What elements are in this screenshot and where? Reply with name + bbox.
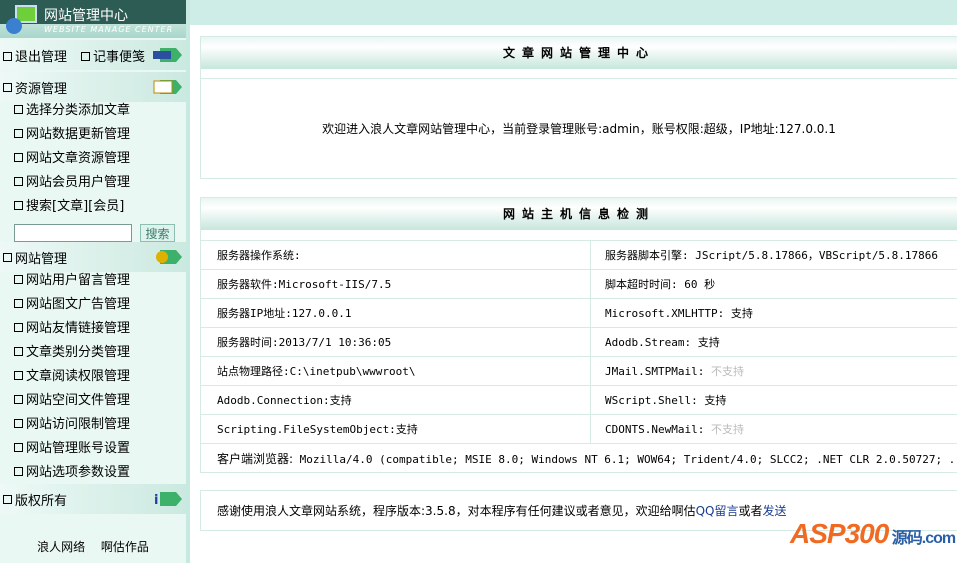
- footer-mid: 或者: [738, 504, 763, 518]
- menu-item-search[interactable]: 搜索[文章][会员]: [14, 197, 124, 217]
- info-row: Adodb.Connection: 支持 WScript.Shell: 支持: [201, 385, 957, 414]
- info-value: 不支持: [710, 365, 744, 378]
- svg-text:i: i: [154, 493, 158, 508]
- info-row: Scripting.FileSystemObject: 支持 CDONTS.New…: [201, 414, 957, 443]
- menu-item-access[interactable]: 网站访问限制管理: [14, 415, 130, 435]
- info-label: WScript.Shell:: [605, 394, 698, 407]
- server-info-title: 网站主机信息检测: [201, 198, 957, 230]
- menu-item-categories[interactable]: 文章类别分类管理: [14, 343, 130, 363]
- menu-item-ads[interactable]: 网站图文广告管理: [14, 295, 130, 315]
- info-cell: WScript.Shell: 支持: [591, 392, 957, 408]
- notes-link[interactable]: 记事便笺: [81, 46, 145, 65]
- info-value: 127.0.0.1: [291, 306, 352, 320]
- top-bar: [190, 0, 957, 25]
- menu-item-members[interactable]: 网站会员用户管理: [14, 173, 130, 193]
- info-cell: 服务器IP地址: 127.0.0.1: [201, 299, 591, 327]
- search-input[interactable]: [14, 224, 132, 242]
- info-value: JScript/5.8.17866，VBScript/5.8.17866: [695, 249, 939, 262]
- info-row: 服务器软件: Microsoft-IIS/7.5 脚本超时时间: 60 秒: [201, 269, 957, 298]
- info-row: 站点物理路径: C:\inetpub\wwwroot\ JMail.SMTPMai…: [201, 356, 957, 385]
- info-label: 服务器软件:: [217, 278, 279, 291]
- info-label: Adodb.Stream:: [605, 336, 692, 349]
- info-value: 60 秒: [684, 278, 716, 291]
- watermark-logo: ASP300 源码.com: [790, 518, 956, 549]
- info-label: 站点物理路径:: [217, 365, 290, 378]
- info-label: CDONTS.NewMail:: [605, 423, 705, 436]
- app-title: 网站管理中心: [44, 8, 128, 24]
- welcome-text: 欢迎进入浪人文章网站管理中心，当前登录管理账号:admin，账号权限:超级，IP…: [322, 122, 836, 136]
- credit-text: 浪人网络 啊估作品: [37, 540, 149, 554]
- info-cell: Scripting.FileSystemObject: 支持: [201, 415, 591, 443]
- gear-arrow-icon: [156, 250, 182, 264]
- menu-item-data-update[interactable]: 网站数据更新管理: [14, 125, 130, 145]
- info-row-browser: 客户端浏览器: Mozilla/4.0 (compatible; MSIE 8.…: [201, 443, 957, 472]
- info-label: JMail.SMTPMail:: [605, 365, 705, 378]
- info-cell: 脚本超时时间: 60 秒: [591, 276, 957, 292]
- menu-item-guestbook[interactable]: 网站用户留言管理: [14, 271, 130, 291]
- info-value: C:\inetpub\wwwroot\: [289, 364, 416, 378]
- search-button[interactable]: 搜索: [140, 224, 175, 242]
- welcome-title: 文章网站管理中心: [201, 37, 957, 69]
- info-value: Microsoft-IIS/7.5: [278, 277, 392, 291]
- info-cell: Adodb.Stream: 支持: [591, 334, 957, 350]
- info-cell: 服务器操作系统:: [201, 241, 591, 269]
- section-copyright[interactable]: 版权所有 i: [0, 484, 186, 514]
- info-label: 服务器操作系统:: [217, 249, 301, 262]
- info-label: 服务器IP地址:: [217, 307, 292, 320]
- app-subtitle: WEBSITE MANAGE CENTER: [44, 25, 174, 34]
- info-label: 服务器时间:: [217, 336, 279, 349]
- menu-item-options[interactable]: 网站选项参数设置: [14, 463, 130, 483]
- info-row: 服务器操作系统: 服务器脚本引擎: JScript/5.8.17866，VBSc…: [201, 240, 957, 269]
- info-label: Microsoft.XMLHTTP:: [605, 307, 725, 320]
- sidebar: 网站管理中心 WEBSITE MANAGE CENTER 退出管理 记事便笺 资…: [0, 0, 190, 563]
- info-value: 2013/7/1 10:36:05: [278, 335, 392, 349]
- info-cell: CDONTS.NewMail: 不支持: [591, 421, 957, 437]
- info-label: 脚本超时时间:: [605, 278, 678, 291]
- section-resources[interactable]: 资源管理: [0, 72, 186, 102]
- info-value: 支持: [730, 307, 753, 320]
- info-cell: 服务器软件: Microsoft-IIS/7.5: [201, 270, 591, 298]
- info-cell: 站点物理路径: C:\inetpub\wwwroot\: [201, 357, 591, 385]
- info-cell: 服务器时间: 2013/7/1 10:36:05: [201, 328, 591, 356]
- info-row: 服务器时间: 2013/7/1 10:36:05 Adodb.Stream: 支持: [201, 327, 957, 356]
- notepad-arrow-icon: [153, 80, 182, 94]
- menu-item-add-article[interactable]: 选择分类添加文章: [14, 101, 130, 121]
- section-site-management[interactable]: 网站管理: [0, 242, 186, 272]
- info-cell: 服务器脚本引擎: JScript/5.8.17866，VBScript/5.8.…: [591, 247, 957, 263]
- server-info-panel: 网站主机信息检测 服务器操作系统: 服务器脚本引擎: JScript/5.8.1…: [200, 197, 957, 473]
- computer-globe-icon: [6, 5, 37, 34]
- menu-item-links[interactable]: 网站友情链接管理: [14, 319, 130, 339]
- info-value: 支持: [697, 336, 720, 349]
- info-arrow-icon: i: [154, 492, 182, 508]
- send-link[interactable]: 发送: [763, 502, 787, 519]
- welcome-panel: 文章网站管理中心 欢迎进入浪人文章网站管理中心，当前登录管理账号:admin，账…: [200, 36, 957, 179]
- menu-item-article-resources[interactable]: 网站文章资源管理: [14, 149, 130, 169]
- menu-item-accounts[interactable]: 网站管理账号设置: [14, 439, 130, 459]
- qq-message-link[interactable]: QQ留言: [696, 502, 739, 519]
- logout-link[interactable]: 退出管理: [3, 46, 67, 65]
- info-cell: Microsoft.XMLHTTP: 支持: [591, 305, 957, 321]
- menu-item-files[interactable]: 网站空间文件管理: [14, 391, 130, 411]
- info-label: Scripting.FileSystemObject:: [217, 422, 396, 436]
- info-cell: Adodb.Connection: 支持: [201, 386, 591, 414]
- info-value: 支持: [395, 423, 418, 436]
- info-row: 服务器IP地址: 127.0.0.1 Microsoft.XMLHTTP: 支持: [201, 298, 957, 327]
- people-arrow-icon: [153, 48, 182, 62]
- info-label: Adodb.Connection:: [217, 393, 330, 407]
- footer-text: 感谢使用浪人文章网站系统，程序版本:3.5.8，对本程序有任何建议或者意见，欢迎…: [217, 504, 696, 518]
- top-links: 退出管理 记事便笺: [0, 40, 186, 70]
- info-value: 不支持: [710, 423, 744, 436]
- menu-item-permissions[interactable]: 文章阅读权限管理: [14, 367, 130, 387]
- sidebar-header: 网站管理中心 WEBSITE MANAGE CENTER: [0, 0, 186, 38]
- info-label: 服务器脚本引擎:: [605, 249, 689, 262]
- info-value: 支持: [329, 394, 352, 407]
- info-cell: JMail.SMTPMail: 不支持: [591, 363, 957, 379]
- info-value: 支持: [704, 394, 727, 407]
